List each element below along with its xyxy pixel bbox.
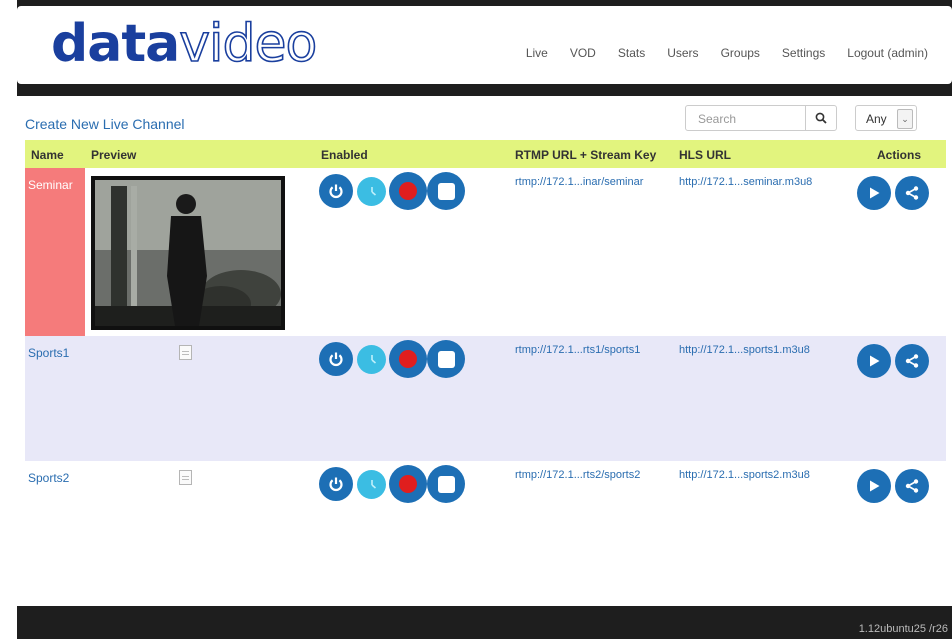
clock-icon xyxy=(370,354,376,364)
share-icon xyxy=(905,479,919,493)
broken-image-icon xyxy=(179,345,192,360)
hls-url[interactable]: http://172.1...seminar.m3u8 xyxy=(679,176,812,188)
broken-image-icon xyxy=(179,470,192,485)
power-icon xyxy=(329,184,343,199)
power-icon xyxy=(329,352,343,367)
col-hls: HLS URL xyxy=(679,148,731,162)
nav-live[interactable]: Live xyxy=(526,46,548,60)
play-button[interactable] xyxy=(857,344,891,378)
share-icon xyxy=(905,354,919,368)
chevron-down-icon: ⌄ xyxy=(897,109,913,129)
rtmp-url[interactable]: rtmp://172.1...inar/seminar xyxy=(515,176,643,188)
col-enabled: Enabled xyxy=(321,148,368,162)
col-rtmp: RTMP URL + Stream Key xyxy=(515,148,657,162)
rtmp-url[interactable]: rtmp://172.1...rts2/sports2 xyxy=(515,469,640,481)
record-icon xyxy=(399,475,417,493)
record-icon xyxy=(399,350,417,368)
share-button[interactable] xyxy=(895,469,929,503)
rtmp-url[interactable]: rtmp://172.1...rts1/sports1 xyxy=(515,344,640,356)
record-icon xyxy=(399,182,417,200)
stop-button[interactable] xyxy=(427,172,465,210)
stop-button[interactable] xyxy=(427,465,465,503)
search-box xyxy=(685,105,837,131)
nav-logout[interactable]: Logout (admin) xyxy=(847,46,928,60)
live-channels-panel: Create New Live Channel Any ⌄ Name Previ… xyxy=(17,96,952,606)
version-label: 1.12ubuntu25 /r26 xyxy=(858,623,948,635)
channel-name[interactable]: Seminar xyxy=(25,168,85,336)
nav-stats[interactable]: Stats xyxy=(618,46,645,60)
channel-name[interactable]: Sports1 xyxy=(25,336,85,461)
channel-row-sports2: Sports2 rtmp://172.1...rts2/sports2 http… xyxy=(25,461,946,606)
play-icon xyxy=(870,480,880,492)
stop-button[interactable] xyxy=(427,340,465,378)
record-button[interactable] xyxy=(389,172,427,210)
stop-icon xyxy=(437,182,455,200)
play-icon xyxy=(870,355,880,367)
power-button[interactable] xyxy=(319,342,353,376)
share-button[interactable] xyxy=(895,344,929,378)
clock-icon xyxy=(370,186,376,196)
record-button[interactable] xyxy=(389,465,427,503)
hls-url[interactable]: http://172.1...sports1.m3u8 xyxy=(679,344,810,356)
video-thumbnail[interactable] xyxy=(91,176,285,330)
nav-settings[interactable]: Settings xyxy=(782,46,825,60)
power-button[interactable] xyxy=(319,467,353,501)
hls-url[interactable]: http://172.1...sports2.m3u8 xyxy=(679,469,810,481)
play-button[interactable] xyxy=(857,469,891,503)
app-frame: datavideo Live VOD Stats Users Groups Se… xyxy=(17,0,952,639)
schedule-button[interactable] xyxy=(357,177,386,206)
search-button[interactable] xyxy=(805,106,836,130)
datavideo-logo[interactable]: datavideo xyxy=(51,13,318,75)
schedule-button[interactable] xyxy=(357,470,386,499)
create-live-channel-link[interactable]: Create New Live Channel xyxy=(25,116,185,132)
share-icon xyxy=(905,186,919,200)
table-header: Name Preview Enabled RTMP URL + Stream K… xyxy=(25,140,946,168)
search-icon xyxy=(815,112,827,124)
main-nav: Live VOD Stats Users Groups Settings Log… xyxy=(526,46,928,60)
power-icon xyxy=(329,477,343,492)
power-button[interactable] xyxy=(319,174,353,208)
channel-name[interactable]: Sports2 xyxy=(25,461,85,606)
filter-select[interactable]: Any ⌄ xyxy=(855,105,917,131)
nav-users[interactable]: Users xyxy=(667,46,698,60)
schedule-button[interactable] xyxy=(357,345,386,374)
search-input[interactable] xyxy=(696,107,810,131)
record-button[interactable] xyxy=(389,340,427,378)
stop-icon xyxy=(437,350,455,368)
stop-icon xyxy=(437,475,455,493)
clock-icon xyxy=(370,479,376,489)
nav-groups[interactable]: Groups xyxy=(721,46,760,60)
channel-row-seminar: Seminar rtmp://172.1...inar/seminar http… xyxy=(25,168,946,336)
play-icon xyxy=(870,187,880,199)
col-preview: Preview xyxy=(91,148,137,162)
col-actions: Actions xyxy=(877,148,922,162)
nav-vod[interactable]: VOD xyxy=(570,46,596,60)
filter-value: Any xyxy=(866,112,887,126)
col-name: Name xyxy=(31,148,64,162)
play-button[interactable] xyxy=(857,176,891,210)
top-header: datavideo Live VOD Stats Users Groups Se… xyxy=(17,6,952,84)
channel-row-sports1: Sports1 rtmp://172.1...rts1/sports1 http… xyxy=(25,336,946,461)
share-button[interactable] xyxy=(895,176,929,210)
